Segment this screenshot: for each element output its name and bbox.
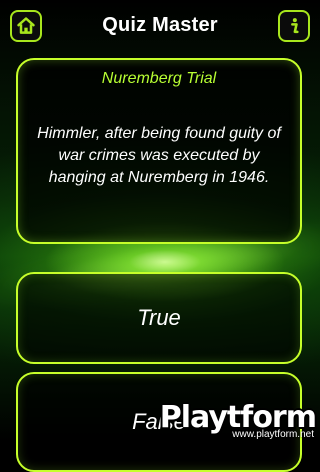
app-header: Quiz Master xyxy=(0,0,320,54)
question-card: Nuremberg Trial Himmler, after being fou… xyxy=(16,58,302,244)
watermark: Playtform www.playtform.net xyxy=(160,400,317,440)
info-icon xyxy=(291,18,299,34)
home-icon xyxy=(17,17,35,34)
question-text: Himmler, after being found guity of war … xyxy=(37,125,281,186)
page-title: Quiz Master xyxy=(102,14,218,36)
true-answer-label: True xyxy=(137,305,181,330)
true-answer-button[interactable]: True xyxy=(16,272,302,364)
watermark-url: www.playtform.net xyxy=(232,429,314,440)
question-category: Nuremberg Trial xyxy=(101,70,217,87)
info-button[interactable] xyxy=(278,10,310,42)
home-button[interactable] xyxy=(10,10,42,42)
